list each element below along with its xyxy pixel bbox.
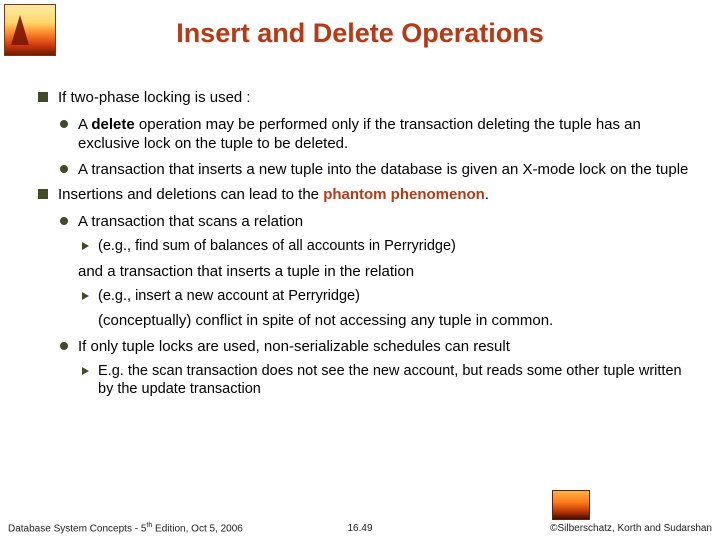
- slide: Insert and Delete Operations If two-phas…: [0, 0, 720, 540]
- text: A transaction that scans a relation: [78, 213, 303, 230]
- bullet-level2: A delete operation may be performed only…: [38, 115, 690, 153]
- text: If two-phase locking is used :: [58, 89, 251, 106]
- bullet-level3: (e.g., insert a new account at Perryridg…: [38, 287, 690, 306]
- continuation-text: and a transaction that inserts a tuple i…: [78, 262, 690, 281]
- text: E.g. the scan transaction does not see t…: [98, 363, 682, 398]
- footer-center: 16.49: [347, 523, 372, 534]
- bullet-level2: A transaction that inserts a new tuple i…: [38, 160, 690, 179]
- text: (e.g., insert a new account at Perryridg…: [98, 288, 360, 304]
- logo-bottom-right: [552, 490, 590, 520]
- text: Edition, Oct 5, 2006: [152, 523, 243, 534]
- text: (e.g., find sum of balances of all accou…: [98, 238, 456, 254]
- text: If only tuple locks are used, non-serial…: [78, 338, 510, 355]
- bullet-level3: (e.g., find sum of balances of all accou…: [38, 237, 690, 256]
- bullet-level2: If only tuple locks are used, non-serial…: [38, 337, 690, 356]
- bullet-level1: Insertions and deletions can lead to the…: [38, 185, 690, 204]
- logo-top-left: [4, 4, 56, 56]
- footer: Database System Concepts - 5th Edition, …: [0, 518, 720, 534]
- text: operation may be performed only if the t…: [78, 116, 641, 152]
- bullet-level3: E.g. the scan transaction does not see t…: [38, 362, 690, 399]
- text: Database System Concepts - 5: [8, 523, 146, 534]
- footer-left: Database System Concepts - 5th Edition, …: [8, 522, 243, 534]
- bullet-level2: A transaction that scans a relation: [38, 212, 690, 231]
- bullet-level1: If two-phase locking is used :: [38, 88, 690, 107]
- text: .: [485, 186, 489, 203]
- text: and a transaction that inserts a tuple i…: [78, 263, 414, 280]
- footer-right: ©Silberschatz, Korth and Sudarshan: [550, 523, 712, 534]
- bold-text: delete: [91, 116, 134, 133]
- text: A: [78, 116, 91, 133]
- highlight-text: phantom phenomenon: [323, 186, 485, 203]
- text: (conceptually) conflict in spite of not …: [98, 312, 553, 329]
- text: Insertions and deletions can lead to the: [58, 186, 323, 203]
- slide-title: Insert and Delete Operations: [0, 0, 720, 49]
- continuation-text: (conceptually) conflict in spite of not …: [98, 311, 690, 330]
- slide-content: If two-phase locking is used : A delete …: [38, 88, 690, 405]
- text: A transaction that inserts a new tuple i…: [78, 161, 688, 178]
